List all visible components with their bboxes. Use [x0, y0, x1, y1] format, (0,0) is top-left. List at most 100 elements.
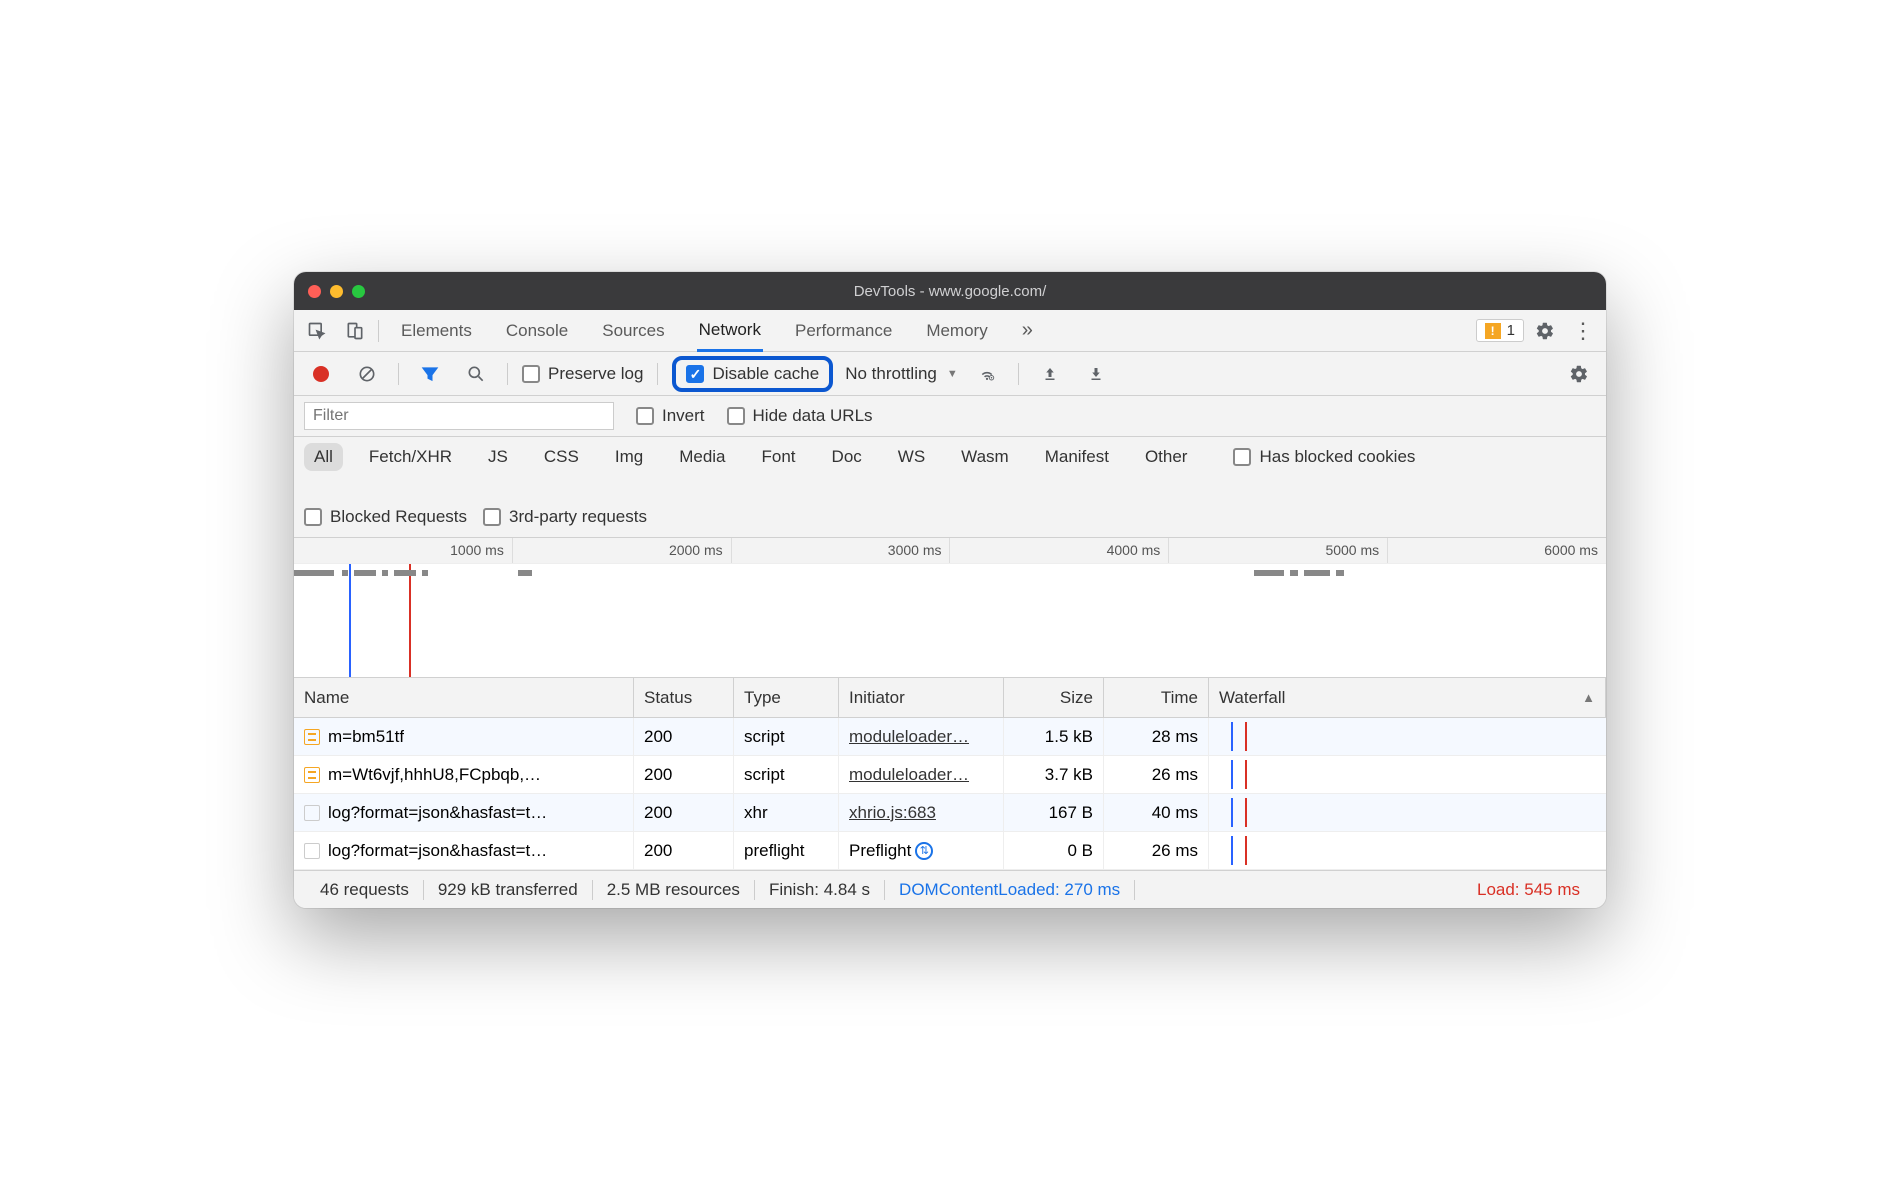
initiator-link[interactable]: moduleloader…: [849, 765, 969, 785]
request-name: m=bm51tf: [328, 727, 404, 747]
has-blocked-cookies-checkbox[interactable]: Has blocked cookies: [1233, 447, 1415, 467]
table-row[interactable]: m=bm51tf200scriptmoduleloader…1.5 kB28 m…: [294, 718, 1606, 756]
device-toggle-icon[interactable]: [338, 314, 372, 348]
type-js[interactable]: JS: [478, 443, 518, 471]
type-fetch-xhr[interactable]: Fetch/XHR: [359, 443, 462, 471]
cell-name: m=bm51tf: [294, 718, 634, 755]
activity-mark: [1254, 570, 1284, 576]
type-all[interactable]: All: [304, 443, 343, 471]
hide-data-urls-checkbox[interactable]: Hide data URLs: [727, 406, 873, 426]
third-party-label: 3rd-party requests: [509, 507, 647, 527]
throttling-select[interactable]: No throttling ▼: [845, 364, 958, 384]
request-name: log?format=json&hasfast=t…: [328, 841, 547, 861]
network-settings-icon[interactable]: [1562, 357, 1596, 391]
status-requests: 46 requests: [306, 880, 424, 900]
invert-checkbox[interactable]: Invert: [636, 406, 705, 426]
more-tabs-button[interactable]: »: [1020, 310, 1035, 351]
issues-badge[interactable]: ! 1: [1476, 319, 1524, 342]
disable-cache-checkbox[interactable]: Disable cache: [686, 364, 819, 384]
initiator-link[interactable]: xhrio.js:683: [849, 803, 936, 823]
type-wasm[interactable]: Wasm: [951, 443, 1019, 471]
table-header: Name Status Type Initiator Size Time Wat…: [294, 678, 1606, 718]
cell-type: script: [734, 756, 839, 793]
kebab-menu-icon[interactable]: ⋮: [1566, 314, 1600, 348]
separator: [657, 363, 658, 385]
preserve-log-label: Preserve log: [548, 364, 643, 384]
table-row[interactable]: log?format=json&hasfast=t…200preflightPr…: [294, 832, 1606, 870]
preflight-icon: ⇅: [915, 842, 933, 860]
cell-status: 200: [634, 718, 734, 755]
separator: [507, 363, 508, 385]
type-css[interactable]: CSS: [534, 443, 589, 471]
timeline-overview[interactable]: 1000 ms 2000 ms 3000 ms 4000 ms 5000 ms …: [294, 538, 1606, 678]
zoom-window-button[interactable]: [352, 285, 365, 298]
table-row[interactable]: log?format=json&hasfast=t…200xhrxhrio.js…: [294, 794, 1606, 832]
tab-elements[interactable]: Elements: [399, 312, 474, 350]
type-img[interactable]: Img: [605, 443, 653, 471]
filter-input[interactable]: [304, 402, 614, 430]
settings-icon[interactable]: [1528, 314, 1562, 348]
panel-tabs: Elements Console Sources Network Perform…: [399, 310, 1472, 351]
inspect-icon[interactable]: [300, 314, 334, 348]
col-type[interactable]: Type: [734, 678, 839, 717]
record-button[interactable]: [304, 357, 338, 391]
filter-toggle-icon[interactable]: [413, 357, 447, 391]
tab-performance[interactable]: Performance: [793, 312, 894, 350]
separator: [1018, 363, 1019, 385]
traffic-lights: [294, 285, 365, 298]
tick: 1000 ms: [294, 538, 512, 563]
timeline-body: [294, 564, 1606, 677]
tick: 3000 ms: [731, 538, 950, 563]
initiator-link[interactable]: moduleloader…: [849, 727, 969, 747]
cell-initiator: moduleloader…: [839, 756, 1004, 793]
type-font[interactable]: Font: [752, 443, 806, 471]
issues-count: 1: [1507, 322, 1515, 339]
import-har-icon[interactable]: [1033, 357, 1067, 391]
network-conditions-icon[interactable]: [970, 357, 1004, 391]
cell-initiator: moduleloader…: [839, 718, 1004, 755]
request-name: log?format=json&hasfast=t…: [328, 803, 547, 823]
cell-type: preflight: [734, 832, 839, 869]
blocked-requests-checkbox[interactable]: Blocked Requests: [304, 507, 467, 527]
tab-network[interactable]: Network: [697, 311, 763, 352]
cell-name: m=Wt6vjf,hhhU8,FCpbqb,…: [294, 756, 634, 793]
cell-type: script: [734, 718, 839, 755]
third-party-checkbox[interactable]: 3rd-party requests: [483, 507, 647, 527]
separator: [378, 320, 379, 342]
cell-waterfall: [1209, 718, 1606, 755]
type-manifest[interactable]: Manifest: [1035, 443, 1119, 471]
preserve-log-checkbox[interactable]: Preserve log: [522, 364, 643, 384]
activity-mark: [1290, 570, 1298, 576]
type-media[interactable]: Media: [669, 443, 735, 471]
clear-button[interactable]: [350, 357, 384, 391]
col-size[interactable]: Size: [1004, 678, 1104, 717]
col-initiator[interactable]: Initiator: [839, 678, 1004, 717]
tick: 4000 ms: [949, 538, 1168, 563]
tab-console[interactable]: Console: [504, 312, 570, 350]
col-waterfall[interactable]: Waterfall ▲: [1209, 678, 1606, 717]
activity-mark: [1336, 570, 1344, 576]
hide-data-urls-label: Hide data URLs: [753, 406, 873, 426]
tick: 2000 ms: [512, 538, 731, 563]
tab-sources[interactable]: Sources: [600, 312, 666, 350]
type-ws[interactable]: WS: [888, 443, 935, 471]
minimize-window-button[interactable]: [330, 285, 343, 298]
status-dcl: DOMContentLoaded: 270 ms: [885, 880, 1135, 900]
col-name[interactable]: Name: [294, 678, 634, 717]
table-row[interactable]: m=Wt6vjf,hhhU8,FCpbqb,…200scriptmodulelo…: [294, 756, 1606, 794]
type-other[interactable]: Other: [1135, 443, 1198, 471]
activity-mark: [518, 570, 532, 576]
file-type-icon: [304, 729, 320, 745]
type-doc[interactable]: Doc: [822, 443, 872, 471]
activity-mark: [394, 570, 416, 576]
close-window-button[interactable]: [308, 285, 321, 298]
search-icon[interactable]: [459, 357, 493, 391]
tick: 5000 ms: [1168, 538, 1387, 563]
activity-mark: [1304, 570, 1330, 576]
cell-waterfall: [1209, 756, 1606, 793]
col-status[interactable]: Status: [634, 678, 734, 717]
col-time[interactable]: Time: [1104, 678, 1209, 717]
separator: [398, 363, 399, 385]
export-har-icon[interactable]: [1079, 357, 1113, 391]
tab-memory[interactable]: Memory: [924, 312, 989, 350]
